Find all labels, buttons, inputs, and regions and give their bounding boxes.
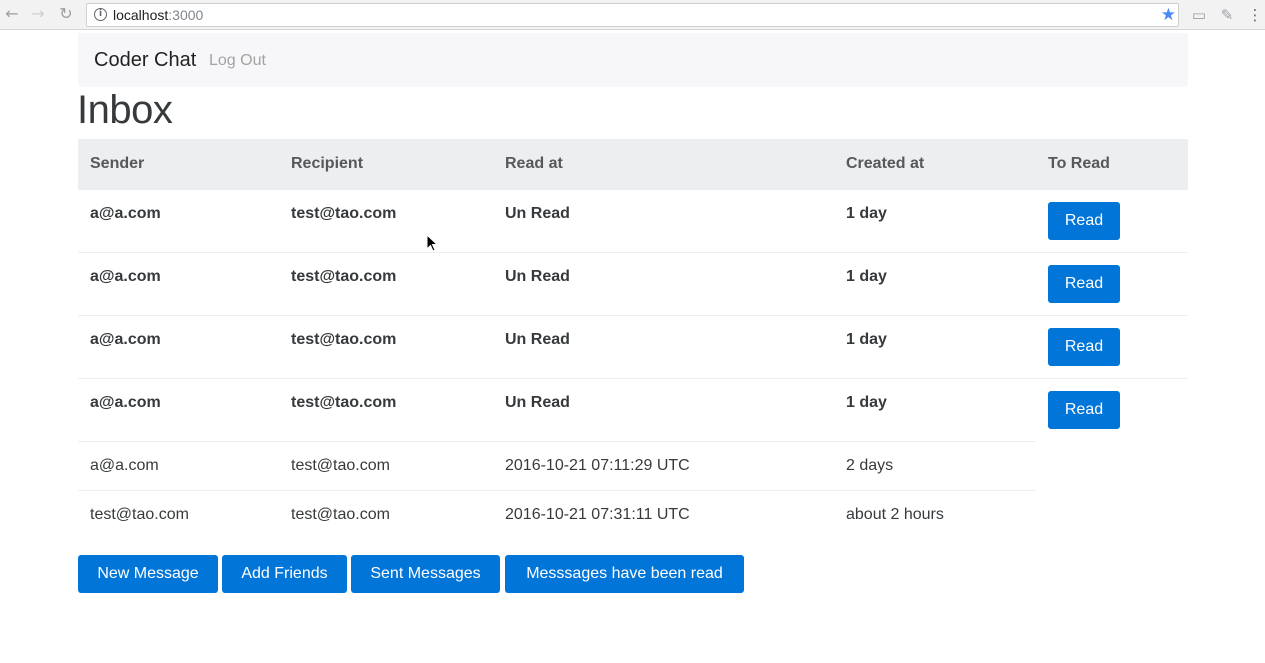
table-header: Sender Recipient Read at Created at To R…: [78, 139, 1188, 190]
brand-link[interactable]: Coder Chat: [94, 49, 196, 72]
app-navbar: Coder Chat Log Out: [78, 33, 1188, 87]
cell-read-at: 2016-10-21 07:31:11 UTC: [505, 506, 690, 523]
url-host: localhost: [113, 7, 169, 23]
inbox-table: Sender Recipient Read at Created at To R…: [78, 139, 1188, 540]
cell-sender: a@a.com: [90, 457, 159, 474]
cell-recipient: test@tao.com: [291, 268, 397, 285]
logout-link[interactable]: Log Out: [209, 52, 266, 70]
table-row: a@a.com test@tao.com Un Read 1 day Read: [78, 379, 1188, 442]
cell-sender: a@a.com: [90, 268, 161, 285]
cell-read-at: Un Read: [505, 268, 570, 285]
new-message-button[interactable]: New Message: [78, 555, 218, 593]
read-button[interactable]: Read: [1048, 265, 1120, 303]
table-row: a@a.com test@tao.com Un Read 1 day Read: [78, 190, 1188, 253]
reload-icon[interactable]: ↻: [56, 4, 76, 24]
header-sender: Sender: [90, 155, 145, 172]
info-icon[interactable]: i: [94, 8, 107, 21]
read-button[interactable]: Read: [1048, 391, 1120, 429]
cell-sender: a@a.com: [90, 394, 161, 411]
header-created-at: Created at: [846, 155, 925, 172]
cell-read-at: Un Read: [505, 331, 570, 348]
cell-created-at: 1 day: [846, 268, 887, 285]
messages-read-button[interactable]: Messsages have been read: [505, 555, 744, 593]
cell-sender: a@a.com: [90, 205, 161, 222]
url-text: localhost:3000: [113, 7, 203, 23]
header-recipient: Recipient: [291, 155, 364, 172]
cell-read-at: Un Read: [505, 394, 570, 411]
cell-recipient: test@tao.com: [291, 205, 397, 222]
cell-recipient: test@tao.com: [291, 457, 390, 474]
sent-messages-button[interactable]: Sent Messages: [351, 555, 500, 593]
cast-icon[interactable]: ▭: [1188, 4, 1210, 26]
address-bar[interactable]: i localhost:3000 ★: [86, 3, 1179, 27]
cell-recipient: test@tao.com: [291, 394, 397, 411]
read-button[interactable]: Read: [1048, 328, 1120, 366]
cell-created-at: 2 days: [846, 457, 894, 474]
url-port: :3000: [168, 7, 204, 23]
cell-created-at: 1 day: [846, 394, 887, 411]
cell-recipient: test@tao.com: [291, 506, 390, 523]
page-title: Inbox: [77, 88, 173, 132]
menu-kebab-icon[interactable]: ⋮: [1244, 4, 1265, 26]
cell-created-at: about 2 hours: [846, 506, 944, 523]
read-button[interactable]: Read: [1048, 202, 1120, 240]
table-row: a@a.com test@tao.com Un Read 1 day Read: [78, 253, 1188, 316]
table-row: a@a.com test@tao.com 2016-10-21 07:11:29…: [78, 442, 1188, 491]
header-to-read: To Read: [1048, 155, 1110, 172]
cell-created-at: 1 day: [846, 205, 887, 222]
table-row: test@tao.com test@tao.com 2016-10-21 07:…: [78, 491, 1188, 540]
add-friends-button[interactable]: Add Friends: [222, 555, 347, 593]
bookmark-star-icon[interactable]: ★: [1161, 4, 1176, 26]
cell-read-at: Un Read: [505, 205, 570, 222]
header-read-at: Read at: [505, 155, 563, 172]
mouse-cursor-icon: [426, 234, 438, 252]
extension-icon[interactable]: ✎: [1216, 4, 1238, 26]
cell-recipient: test@tao.com: [291, 331, 397, 348]
cell-sender: test@tao.com: [90, 506, 189, 523]
cell-read-at: 2016-10-21 07:11:29 UTC: [505, 457, 690, 474]
back-icon[interactable]: ←: [2, 4, 22, 24]
cell-sender: a@a.com: [90, 331, 161, 348]
browser-toolbar: ← → ↻ i localhost:3000 ★ ▭ ✎ ⋮: [0, 0, 1265, 30]
table-row: a@a.com test@tao.com Un Read 1 day Read: [78, 316, 1188, 379]
forward-icon[interactable]: →: [28, 4, 48, 24]
cell-created-at: 1 day: [846, 331, 887, 348]
